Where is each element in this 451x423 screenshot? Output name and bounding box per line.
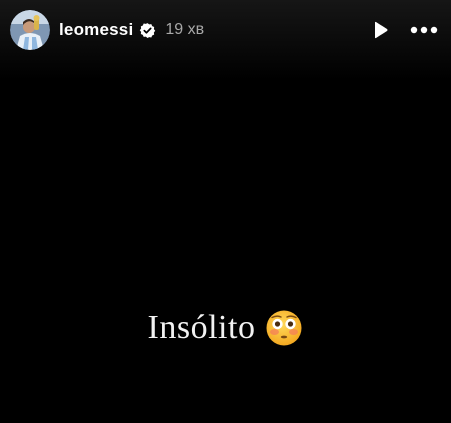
- more-options-button[interactable]: [409, 15, 439, 45]
- story-caption: Insólito: [0, 306, 451, 350]
- flushed-face-emoji-icon: [265, 309, 303, 347]
- play-icon: [375, 21, 388, 39]
- username[interactable]: leomessi: [59, 20, 133, 40]
- play-button[interactable]: [365, 15, 395, 45]
- more-icon: [410, 26, 438, 34]
- timestamp: 19 хв: [165, 21, 205, 38]
- caption-text: Insólito: [147, 309, 256, 346]
- verified-badge-icon: [139, 22, 156, 39]
- story-viewer: leomessi 19 хв Insólito: [0, 0, 451, 423]
- profile-avatar[interactable]: [10, 10, 50, 50]
- story-header: leomessi 19 хв: [10, 10, 439, 50]
